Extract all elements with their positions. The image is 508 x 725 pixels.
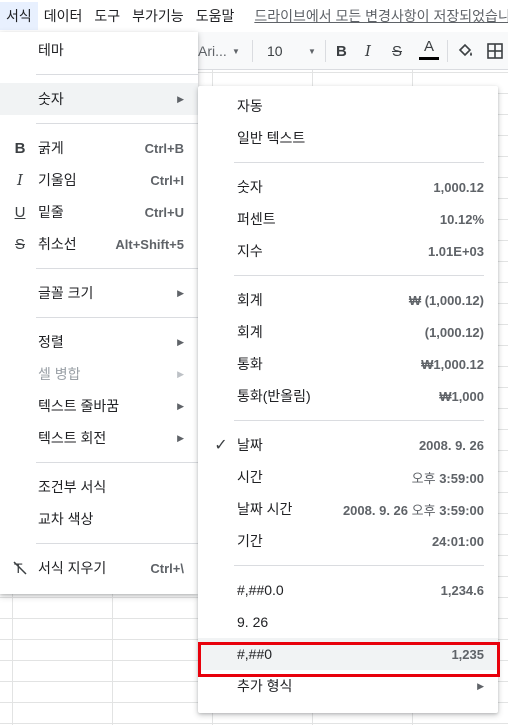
menu-item-number[interactable]: 숫자 ▶ (0, 83, 198, 115)
menu-divider (36, 462, 198, 463)
checkmark-icon: ✓ (214, 437, 228, 454)
menu-item-scientific[interactable]: 지수 1.01E+03 (198, 235, 498, 267)
menu-item-plain-text[interactable]: 일반 텍스트 (198, 122, 498, 154)
menu-item-currency[interactable]: 통화 ₩1,000.12 (198, 348, 498, 380)
menu-divider (36, 268, 198, 269)
menu-item-currency-rounded[interactable]: 통화(반올림) ₩1,000 (198, 380, 498, 412)
fill-color-icon[interactable] (457, 42, 475, 60)
menu-divider (36, 123, 198, 124)
format-menu: 테마 숫자 ▶ B 굵게 Ctrl+B I 기울임 Ctrl+I U 밑줄 Ctr… (0, 32, 198, 594)
menu-item-custom-format-2[interactable]: 9. 26 (198, 606, 498, 638)
toolbar-divider (447, 40, 448, 62)
save-status-link[interactable]: 드라이브에서 모든 변경사항이 저장되었습니다 (240, 6, 508, 26)
menu-divider (36, 543, 198, 544)
menu-item-italic[interactable]: I 기울임 Ctrl+I (0, 164, 198, 196)
menu-addons[interactable]: 부가기능 (126, 2, 190, 30)
menu-item-strikethrough[interactable]: S 취소선 Alt+Shift+5 (0, 228, 198, 260)
italic-icon: I (17, 171, 23, 189)
toolbar-divider (325, 40, 326, 62)
submenu-arrow-icon: ▶ (177, 368, 184, 379)
menu-item-more-formats[interactable]: 추가 형식 ▶ (198, 670, 498, 702)
menu-item-percent[interactable]: 퍼센트 10.12% (198, 203, 498, 235)
menu-item-text-rotation[interactable]: 텍스트 회전 ▶ (0, 422, 198, 454)
submenu-arrow-icon: ▶ (177, 93, 184, 104)
menu-item-time[interactable]: 시간 오후 3:59:00 (198, 461, 498, 493)
toolbar-divider (252, 40, 253, 62)
menu-divider (36, 74, 198, 75)
menu-item-underline[interactable]: U 밑줄 Ctrl+U (0, 196, 198, 228)
menu-item-accounting[interactable]: 회계 ₩ (1,000.12) (198, 284, 498, 316)
clear-formatting-icon: T (11, 558, 29, 578)
menu-format[interactable]: 서식 (0, 2, 38, 30)
menu-item-font-size[interactable]: 글꼴 크기 ▶ (0, 277, 198, 309)
borders-icon[interactable] (486, 42, 504, 60)
strikethrough-icon[interactable]: S (392, 42, 402, 60)
menu-item-clear-formatting[interactable]: T 서식 지우기 Ctrl+\ (0, 552, 198, 584)
menu-data[interactable]: 데이터 (38, 2, 89, 30)
font-size-select[interactable]: 10 (267, 42, 283, 60)
font-size-dropdown-icon[interactable]: ▼ (308, 42, 316, 60)
menu-item-date[interactable]: ✓ 날짜 2008. 9. 26 (198, 429, 498, 461)
submenu-arrow-icon: ▶ (177, 336, 184, 347)
strikethrough-icon: S (14, 235, 25, 253)
menu-item-theme[interactable]: 테마 (0, 34, 198, 66)
menu-item-conditional-formatting[interactable]: 조건부 서식 (0, 471, 198, 503)
menu-item-custom-format-3[interactable]: #,##0 1,235 (198, 638, 498, 670)
submenu-arrow-icon: ▶ (177, 287, 184, 298)
menu-divider (234, 275, 484, 276)
font-family-select[interactable]: Ari... (198, 42, 227, 60)
menu-item-custom-format-1[interactable]: #,##0.0 1,234.6 (198, 574, 498, 606)
italic-icon[interactable]: I (365, 42, 371, 60)
bold-icon: B (14, 139, 26, 157)
underline-icon: U (14, 203, 26, 221)
menu-item-number-format[interactable]: 숫자 1,000.12 (198, 171, 498, 203)
text-color-icon[interactable]: A (417, 38, 441, 62)
menu-item-alternating-colors[interactable]: 교차 색상 (0, 503, 198, 535)
menu-divider (36, 317, 198, 318)
menu-item-date-time[interactable]: 날짜 시간 2008. 9. 26 오후 3:59:00 (198, 493, 498, 525)
font-family-dropdown-icon[interactable]: ▼ (232, 42, 240, 60)
menu-item-bold[interactable]: B 굵게 Ctrl+B (0, 132, 198, 164)
menu-divider (234, 565, 484, 566)
submenu-arrow-icon: ▶ (477, 680, 484, 691)
menu-item-merge-cells: 셀 병합 ▶ (38, 366, 184, 382)
submenu-arrow-icon: ▶ (177, 432, 184, 443)
menu-item-automatic[interactable]: 자동 (198, 90, 498, 122)
menu-divider (234, 162, 484, 163)
menu-bar: 서식 데이터 도구 부가기능 도움말 드라이브에서 모든 변경사항이 저장되었습… (0, 0, 508, 32)
submenu-arrow-icon: ▶ (177, 400, 184, 411)
menu-help[interactable]: 도움말 (190, 2, 241, 30)
number-format-submenu: 자동 일반 텍스트 숫자 1,000.12 퍼센트 10.12% 지수 1.01E+0… (198, 86, 498, 713)
menu-item-align[interactable]: 정렬 ▶ (0, 326, 198, 358)
menu-item-text-wrapping[interactable]: 텍스트 줄바꿈 ▶ (0, 390, 198, 422)
menu-divider (234, 420, 484, 421)
menu-tools[interactable]: 도구 (88, 2, 126, 30)
menu-item-financial[interactable]: 회계 (1,000.12) (198, 316, 498, 348)
menu-item-duration[interactable]: 기간 24:01:00 (198, 525, 498, 557)
bold-icon[interactable]: B (336, 42, 347, 60)
